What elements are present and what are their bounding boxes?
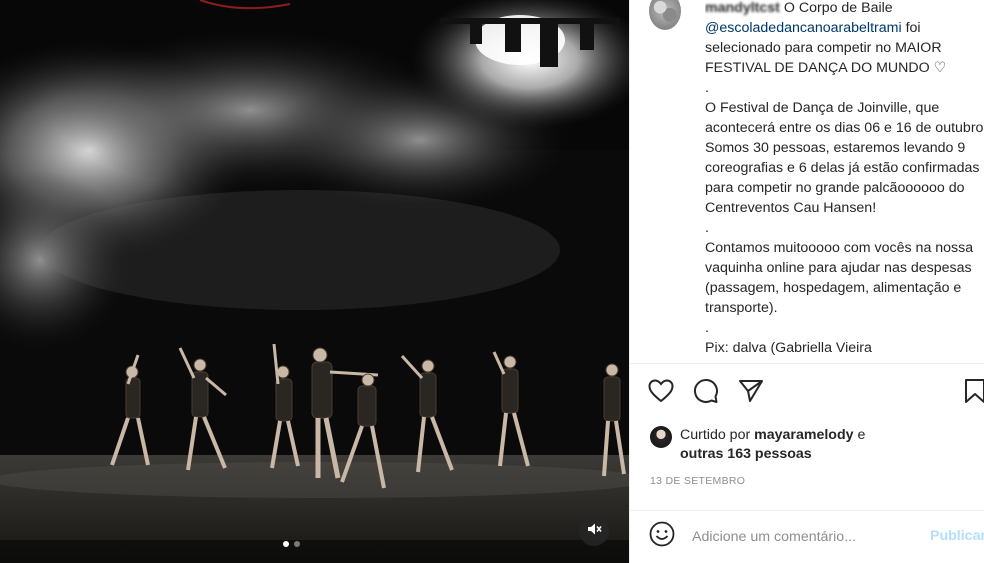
post-media-video[interactable] <box>0 0 629 563</box>
share-icon <box>738 379 764 408</box>
caption-dot-2: . <box>705 220 709 236</box>
comment-form: Publicar <box>630 510 984 563</box>
comment-button[interactable] <box>691 378 721 408</box>
post-date[interactable]: 13 DE SETEMBRO <box>650 475 745 487</box>
post-details-panel: mandyltcst O Corpo de Baile @escoladedan… <box>629 0 984 563</box>
liker-avatar[interactable] <box>650 426 672 448</box>
likes-text: Curtido por mayaramelody e outras 163 pe… <box>680 426 865 464</box>
like-button[interactable] <box>646 378 676 408</box>
dance-stage-scene <box>0 0 629 563</box>
mention-link[interactable]: @escoladedancanoarabeltrami <box>705 20 902 36</box>
caption-dot-1: . <box>705 80 709 96</box>
emoji-icon <box>649 521 675 552</box>
speaker-muted-icon <box>586 521 602 542</box>
heart-icon <box>648 378 674 408</box>
comment-input[interactable] <box>692 526 922 548</box>
caption-dot-3: . <box>705 320 709 336</box>
publish-button[interactable]: Publicar <box>930 528 984 544</box>
comment-icon <box>693 378 719 409</box>
mute-button[interactable] <box>579 516 609 546</box>
caption-paragraph-3: Contamos muitooooo com vocês na nossa va… <box>705 240 974 316</box>
carousel-dot <box>294 541 300 547</box>
likes-summary: Curtido por mayaramelody e outras 163 pe… <box>650 426 865 464</box>
author-avatar[interactable] <box>649 0 681 30</box>
carousel-dot-active <box>283 541 289 547</box>
liker-username[interactable]: mayaramelody <box>754 427 853 443</box>
emoji-button[interactable] <box>648 521 676 552</box>
bookmark-icon <box>963 378 984 409</box>
share-button[interactable] <box>736 378 766 408</box>
save-button[interactable] <box>960 378 984 408</box>
likes-prefix: Curtido por <box>680 427 751 443</box>
caption-truncated-line: Pix: dalva (Gabriella Vieira <box>705 340 872 356</box>
caption-intro: O Corpo de Baile <box>783 0 893 16</box>
post-caption: mandyltcst O Corpo de Baile @escoladedan… <box>705 0 984 362</box>
carousel-indicator <box>283 541 300 547</box>
likes-connector: e <box>857 427 866 443</box>
post-actions-bar <box>630 364 984 422</box>
likes-others-link[interactable]: outras 163 pessoas <box>680 446 812 462</box>
caption-paragraph-2: O Festival de Dança de Joinville, que ac… <box>705 100 984 216</box>
author-username[interactable]: mandyltcst <box>705 0 780 16</box>
